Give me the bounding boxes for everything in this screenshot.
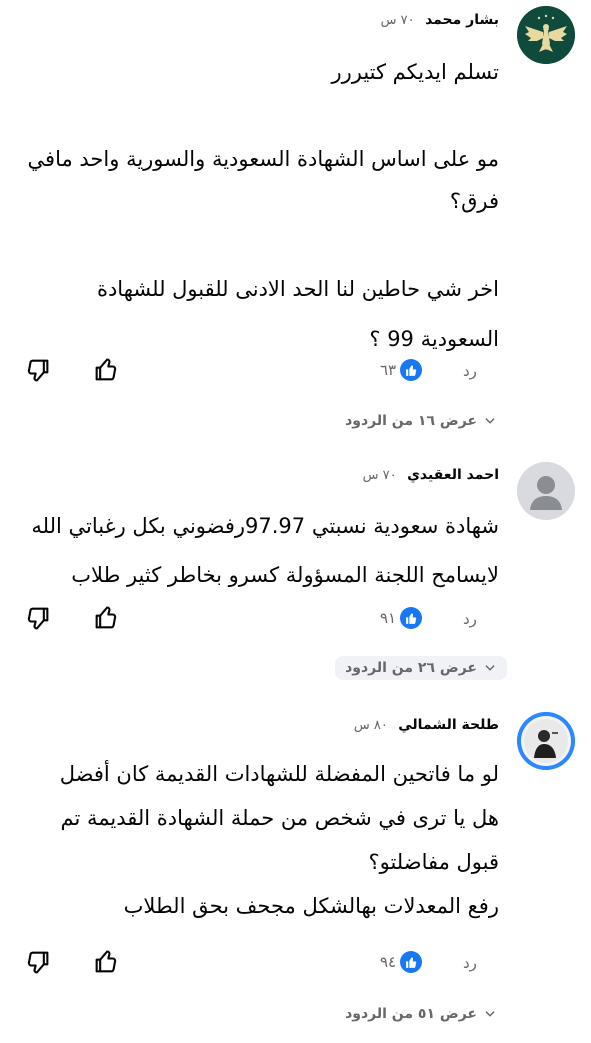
reaction-summary[interactable]: ٩١ (380, 607, 423, 629)
reaction-count: ٩٤ (380, 953, 397, 971)
comment-paragraph: اخر شي حاطين لنا الحد الادنى للقبول للشه… (96, 277, 499, 351)
thumbs-up-badge-icon (400, 359, 423, 381)
thumbs-up-badge-icon (400, 951, 423, 973)
reaction-summary[interactable]: ٩٤ (380, 951, 423, 973)
author-name[interactable]: طلحة الشمالي (398, 717, 499, 733)
comment-paragraph: مو على اساس الشهادة السعودية والسورية وا… (27, 147, 499, 213)
reply-button[interactable]: رد (463, 362, 477, 380)
comment-body: لو ما فاتحين المفضلة للشهادات القديمة كا… (19, 752, 499, 928)
comment-body: شهادة سعودية نسبتي 97.97رفضوني بكل رغبات… (19, 502, 499, 600)
dislike-icon[interactable] (24, 604, 52, 632)
thumbs-up-badge-icon (400, 607, 423, 629)
author-name[interactable]: بشار محمد (425, 12, 499, 28)
comment-actions: ٦٣ رد (0, 356, 591, 390)
timestamp[interactable]: ٧٠ س (381, 13, 415, 28)
view-replies-label: عرض ٥١ من الردود (345, 1006, 477, 1022)
dislike-icon[interactable] (24, 356, 52, 384)
avatar[interactable] (517, 462, 575, 520)
like-icon[interactable] (92, 948, 120, 976)
reply-button[interactable]: رد (463, 610, 477, 628)
avatar[interactable] (517, 6, 575, 64)
view-replies-link[interactable]: عرض ٢٦ من الردود (335, 656, 507, 680)
comment-paragraph: تسلم ايديكم كتيررر (331, 60, 499, 84)
comment-paragraph: هل يا ترى في شخص من حملة الشهادة القديمة… (60, 806, 500, 874)
reaction-count: ٩١ (380, 609, 397, 627)
person-photo-icon (517, 712, 575, 770)
reply-button[interactable]: رد (463, 954, 477, 972)
comment-actions: ٩٤ رد (0, 948, 591, 982)
view-replies-label: عرض ٢٦ من الردود (345, 660, 477, 676)
comment-actions: ٩١ رد (0, 604, 591, 638)
like-icon[interactable] (92, 604, 120, 632)
comment-meta: طلحة الشمالي ٨٠ س (354, 716, 499, 735)
timestamp[interactable]: ٧٠ س (363, 468, 397, 483)
like-icon[interactable] (92, 356, 120, 384)
eagle-emblem-icon (517, 6, 575, 64)
avatar[interactable] (517, 712, 575, 770)
chevron-down-icon (485, 665, 495, 671)
comment-meta: احمد العقيدي ٧٠ س (363, 466, 499, 485)
comment-meta: بشار محمد ٧٠ س (381, 11, 499, 30)
view-replies-link[interactable]: عرض ٥١ من الردود (335, 1002, 507, 1026)
view-replies-label: عرض ١٦ من الردود (345, 413, 477, 429)
comment-paragraph: شهادة سعودية نسبتي 97.97رفضوني بكل رغبات… (31, 514, 499, 587)
dislike-icon[interactable] (24, 948, 52, 976)
view-replies-link[interactable]: عرض ١٦ من الردود (335, 409, 507, 433)
reaction-summary[interactable]: ٦٣ (380, 359, 423, 381)
chevron-down-icon (485, 1011, 495, 1017)
timestamp[interactable]: ٨٠ س (354, 718, 388, 733)
reaction-count: ٦٣ (380, 361, 397, 379)
comment-body: تسلم ايديكم كتيررر مو على اساس الشهادة ا… (19, 52, 499, 364)
comment-paragraph: لو ما فاتحين المفضلة للشهادات القديمة كا… (59, 762, 499, 786)
default-person-icon (517, 462, 575, 520)
chevron-down-icon (485, 418, 495, 424)
comment-paragraph: رفع المعدلات بهالشكل مجحف بحق الطلاب (123, 894, 499, 918)
author-name[interactable]: احمد العقيدي (407, 467, 499, 483)
